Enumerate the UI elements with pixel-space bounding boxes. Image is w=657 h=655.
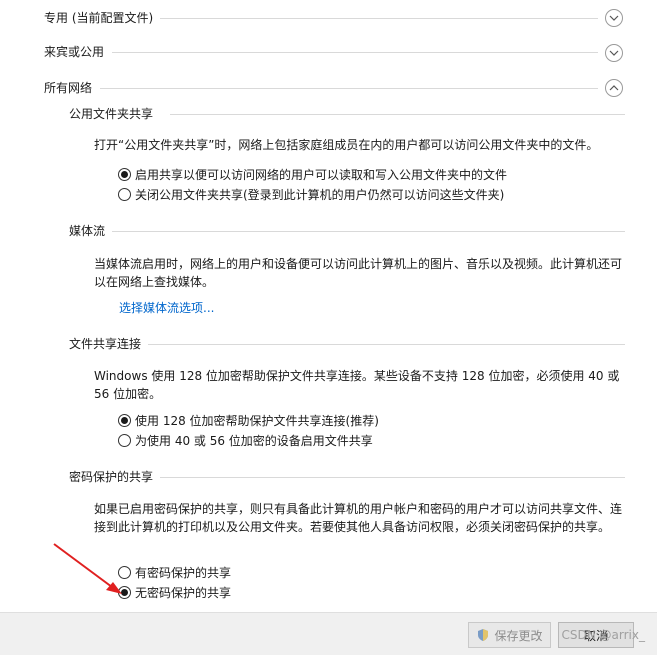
radio-button[interactable]: [118, 433, 131, 447]
radio-button[interactable]: [118, 413, 131, 427]
radio-button[interactable]: [118, 187, 131, 201]
password-option-off[interactable]: 无密码保护的共享: [118, 582, 231, 602]
password-description: 如果已启用密码保护的共享，则只有具备此计算机的用户帐户和密码的用户才可以访问共享…: [94, 502, 623, 534]
password-option-on[interactable]: 有密码保护的共享: [118, 562, 231, 582]
file-sharing-option-128[interactable]: 使用 128 位加密帮助保护文件共享连接(推荐): [118, 410, 379, 430]
save-changes-button[interactable]: 保存更改: [468, 622, 551, 648]
radio-label: 有密码保护的共享: [135, 565, 232, 580]
radio-label: 无密码保护的共享: [135, 585, 232, 600]
divider: [148, 344, 625, 345]
watermark-text: CSDN @arrix_: [561, 628, 645, 642]
divider: [170, 114, 625, 115]
file-sharing-title: 文件共享连接: [69, 337, 142, 351]
public-folder-description: 打开“公用文件夹共享”时，网络上包括家庭组成员在内的用户都可以访问公用文件夹中的…: [94, 138, 599, 152]
chevron-down-icon: [609, 50, 619, 56]
section-guest-label: 来宾或公用: [44, 45, 105, 59]
expand-guest-toggle[interactable]: [605, 44, 623, 62]
section-private-label: 专用 (当前配置文件): [44, 11, 154, 25]
expand-private-toggle[interactable]: [605, 9, 623, 27]
radio-label: 关闭公用文件夹共享(登录到此计算机的用户仍然可以访问这些文件夹): [135, 187, 505, 202]
public-folder-title: 公用文件夹共享: [69, 107, 154, 121]
media-title: 媒体流: [69, 224, 106, 238]
section-all-label: 所有网络: [44, 81, 93, 95]
media-options-link[interactable]: 选择媒体流选项...: [119, 299, 214, 317]
file-sharing-option-40-56[interactable]: 为使用 40 或 56 位加密的设备启用文件共享: [118, 430, 373, 450]
divider: [112, 52, 598, 53]
radio-label: 启用共享以便可以访问网络的用户可以读取和写入公用文件夹中的文件: [135, 167, 508, 182]
divider: [160, 18, 598, 19]
public-folder-option-off[interactable]: 关闭公用文件夹共享(登录到此计算机的用户仍然可以访问这些文件夹): [118, 184, 504, 204]
red-arrow-annotation: [53, 543, 122, 594]
radio-label: 为使用 40 或 56 位加密的设备启用文件共享: [135, 433, 373, 448]
chevron-up-icon: [609, 85, 619, 91]
divider: [100, 88, 598, 89]
divider: [160, 477, 625, 478]
radio-button[interactable]: [118, 167, 131, 181]
collapse-all-toggle[interactable]: [605, 79, 623, 97]
media-description: 当媒体流启用时，网络上的用户和设备便可以访问此计算机上的图片、音乐以及视频。此计…: [94, 257, 623, 289]
chevron-down-icon: [609, 15, 619, 21]
public-folder-option-on[interactable]: 启用共享以便可以访问网络的用户可以读取和写入公用文件夹中的文件: [118, 164, 507, 184]
divider: [112, 231, 625, 232]
password-title: 密码保护的共享: [69, 470, 154, 484]
radio-selected-dot: [121, 170, 128, 178]
radio-label: 使用 128 位加密帮助保护文件共享连接(推荐): [135, 413, 379, 428]
radio-selected-dot: [121, 416, 128, 424]
save-changes-label: 保存更改: [494, 628, 543, 643]
file-sharing-description: Windows 使用 128 位加密帮助保护文件共享连接。某些设备不支持 128…: [94, 369, 620, 401]
shield-icon: [478, 629, 489, 641]
